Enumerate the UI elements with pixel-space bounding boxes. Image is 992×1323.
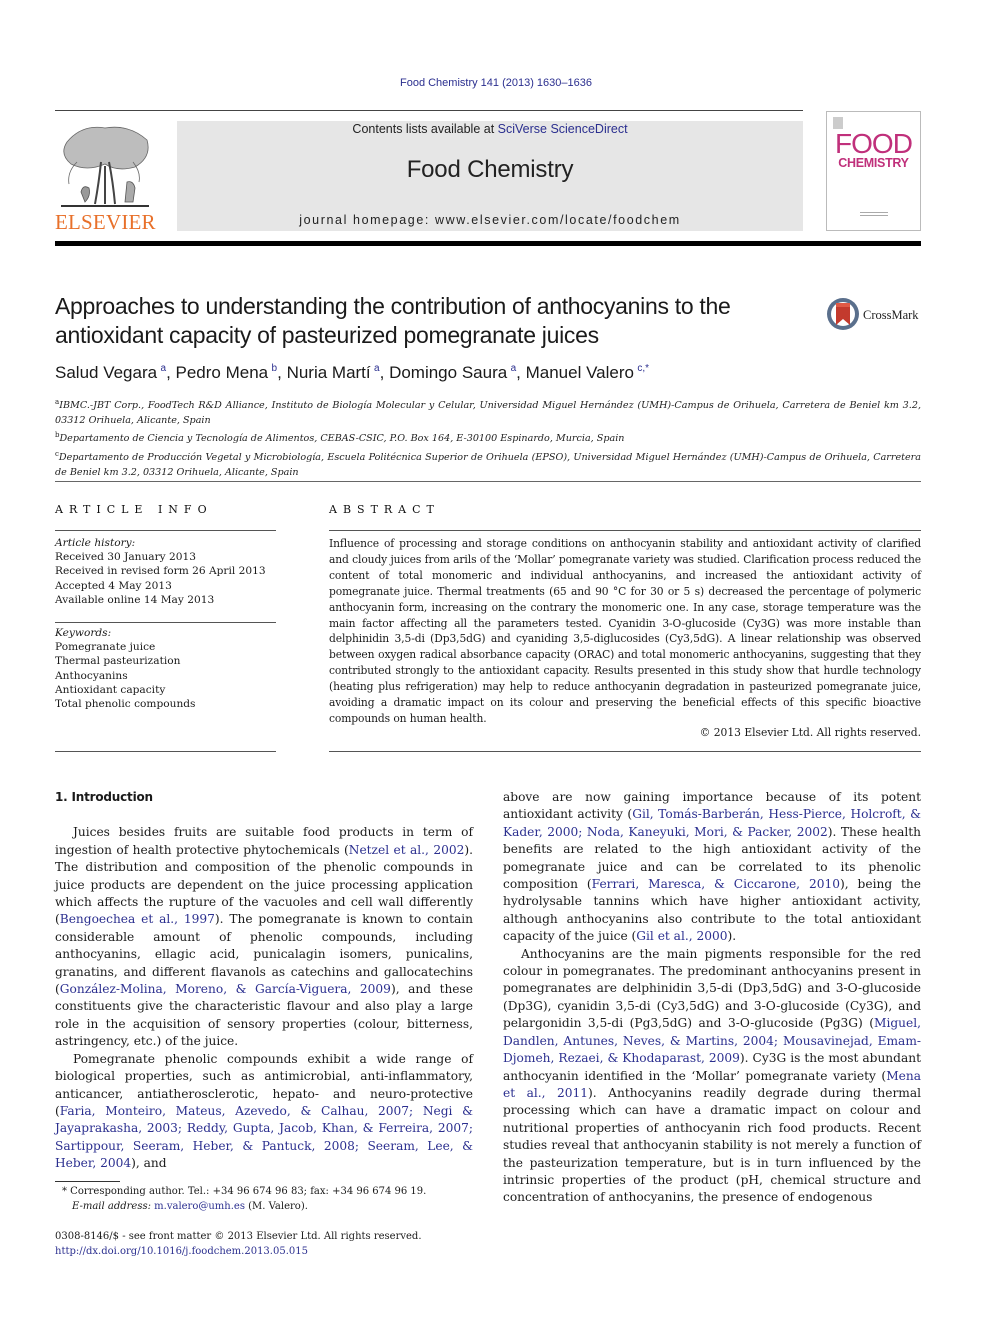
affiliation-text: Departamento de Ciencia y Tecnología de … [59, 433, 625, 445]
citation-link[interactable]: Bengoechea et al., 1997 [60, 912, 215, 926]
citation-link[interactable]: Ferrari, Maresca, & Ciccarone, 2010 [592, 877, 840, 891]
affiliation-b: bDepartamento de Ciencia y Tecnología de… [55, 428, 921, 447]
history-item: Available online 14 May 2013 [55, 593, 215, 606]
affiliation-text: Departamento de Producción Vegetal y Mic… [55, 452, 921, 478]
author-affiliation-mark[interactable]: c,* [637, 363, 649, 374]
history-item: Received 30 January 2013 [55, 551, 196, 564]
keyword: Antioxidant capacity [55, 683, 166, 696]
keywords-label: Keywords: [55, 627, 112, 639]
abstract-text: Influence of processing and storage cond… [329, 537, 921, 725]
divider [55, 751, 276, 752]
article-title: Approaches to understanding the contribu… [55, 293, 731, 348]
contents-prefix: Contents lists available at [352, 122, 498, 136]
crossmark-label: CrossMark [863, 308, 919, 322]
history-label: Article history: [55, 537, 136, 549]
affiliation-c: cDepartamento de Producción Vegetal y Mi… [55, 447, 921, 480]
keyword: Anthocyanins [55, 669, 128, 682]
article-info-heading: ARTICLE INFO [55, 503, 213, 516]
author-name: Pedro Mena [175, 363, 269, 382]
right-paragraphs: above are now gaining importance because… [503, 789, 921, 1207]
author-list: Salud Vegara a, Pedro Mena b, Nuria Mart… [55, 363, 650, 382]
author-affiliation-mark[interactable]: a [374, 363, 380, 374]
elsevier-tree-icon [61, 126, 149, 207]
affiliation-divider [55, 481, 921, 482]
masthead-rule [55, 241, 921, 246]
abstract-copyright: © 2013 Elsevier Ltd. All rights reserved… [699, 726, 921, 739]
header-divider [55, 110, 803, 111]
corresponding-author-note: * Corresponding author. Tel.: +34 96 674… [62, 1186, 427, 1197]
divider [55, 622, 276, 623]
author-affiliation-mark[interactable]: b [272, 363, 278, 374]
left-paragraphs: Juices besides fruits are suitable food … [55, 824, 473, 1172]
history-item: Received in revised form 26 April 2013 [55, 565, 266, 578]
footnote-divider [55, 1181, 120, 1182]
article-history: Article history: Received 30 January 201… [55, 536, 276, 607]
citation-link[interactable]: González-Molina, Moreno, & García-Viguer… [60, 982, 391, 996]
affiliations: aIBMC.-JBT Corp., FoodTech R&D Alliance,… [55, 395, 921, 480]
issn-block: 0308-8146/$ - see front matter © 2013 El… [55, 1230, 485, 1259]
author[interactable]: Domingo Saura a [389, 363, 516, 382]
keywords: Keywords: Pomegranate juice Thermal past… [55, 626, 276, 711]
paragraph-text: Anthocyanins are the main pigments respo… [503, 946, 921, 1031]
affiliation-text: IBMC.-JBT Corp., FoodTech R&D Alliance, … [55, 400, 921, 426]
email-line: E-mail address: m.valero@umh.es (M. Vale… [62, 1200, 482, 1215]
author[interactable]: Pedro Mena b [176, 363, 278, 382]
keyword: Total phenolic compounds [55, 698, 196, 711]
cover-title-chemistry: CHEMISTRY [838, 156, 909, 170]
keyword: Thermal pasteurization [55, 655, 181, 668]
divider [329, 751, 921, 752]
divider [329, 530, 921, 531]
body-column-right: above are now gaining importance because… [503, 789, 921, 1207]
citation-link[interactable]: Netzel et al., 2002 [349, 843, 465, 857]
crossmark-icon [827, 298, 859, 330]
body-paragraph: Juices besides fruits are suitable food … [55, 824, 473, 1050]
body-paragraph: Pomegranate phenolic compounds exhibit a… [55, 1051, 473, 1173]
journal-banner: Contents lists available at SciVerse Sci… [177, 121, 803, 231]
contents-line: Contents lists available at SciVerse Sci… [177, 122, 803, 136]
body-paragraph: Anthocyanins are the main pigments respo… [503, 946, 921, 1207]
author[interactable]: Nuria Martí a [287, 363, 380, 382]
paragraph-text: ), and [131, 1156, 167, 1171]
email-suffix: (M. Valero). [244, 1200, 308, 1212]
journal-cover[interactable]: FOOD CHEMISTRY [826, 111, 921, 231]
author-name: Domingo Saura [389, 363, 508, 382]
crossmark-button[interactable]: CrossMark [826, 297, 926, 335]
journal-homepage[interactable]: journal homepage: www.elsevier.com/locat… [177, 213, 803, 227]
elsevier-wordmark: ELSEVIER [55, 210, 156, 234]
abstract-heading: ABSTRACT [329, 503, 440, 516]
author[interactable]: Manuel Valero c,* [526, 363, 649, 382]
sciencedirect-link[interactable]: SciVerse ScienceDirect [498, 122, 628, 136]
author-name: Salud Vegara [55, 363, 158, 382]
doi-link[interactable]: http://dx.doi.org/10.1016/j.foodchem.201… [55, 1245, 485, 1260]
email-link[interactable]: m.valero@umh.es [154, 1201, 245, 1212]
affiliation-a: aIBMC.-JBT Corp., FoodTech R&D Alliance,… [55, 395, 921, 428]
author-affiliation-mark[interactable]: a [161, 363, 167, 374]
journal-title: Food Chemistry [406, 156, 574, 183]
body-paragraph: above are now gaining importance because… [503, 789, 921, 946]
body-column-left: 1. Introduction Juices besides fruits ar… [55, 789, 473, 1173]
paragraph-text: ). [727, 929, 737, 944]
citation-link[interactable]: Faria, Monteiro, Mateus, Azevedo, & Calh… [55, 1104, 473, 1170]
section-heading-introduction: 1. Introduction [55, 790, 153, 804]
author-affiliation-mark[interactable]: a [511, 363, 517, 374]
cover-caption [860, 212, 888, 216]
history-item: Accepted 4 May 2013 [55, 579, 172, 592]
author-name: Nuria Martí [286, 363, 371, 382]
divider [55, 530, 276, 531]
citation-link[interactable]: Gil et al., 2000 [636, 929, 727, 943]
paragraph-text: ). Anthocyanins readily degrade during t… [503, 1085, 921, 1205]
corresponding-author-footnote: * Corresponding author. Tel.: +34 96 674… [62, 1185, 482, 1214]
elsevier-logo[interactable]: ELSEVIER [55, 120, 156, 234]
issn-line: 0308-8146/$ - see front matter © 2013 El… [55, 1231, 422, 1242]
running-header[interactable]: Food Chemistry 141 (2013) 1630–1636 [0, 77, 992, 89]
email-label: E-mail address: [72, 1200, 155, 1212]
author-name: Manuel Valero [525, 363, 634, 382]
keyword: Pomegranate juice [55, 641, 156, 654]
author[interactable]: Salud Vegara a [55, 363, 166, 382]
